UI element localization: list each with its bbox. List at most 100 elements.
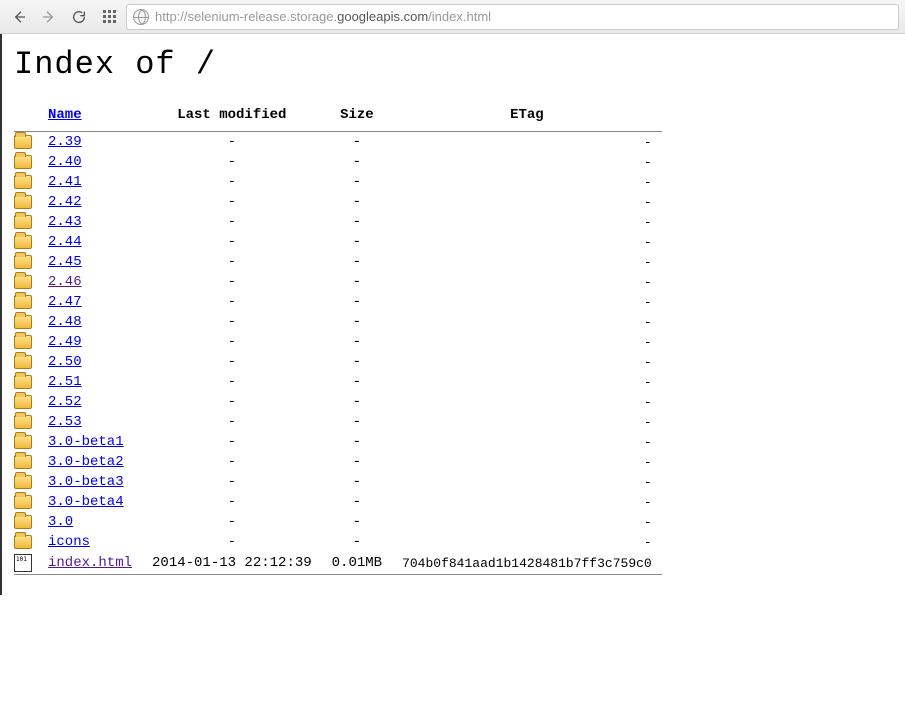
entry-link[interactable]: 2.46 — [48, 274, 82, 290]
table-row: 2.42--- — [14, 192, 662, 212]
entry-modified: - — [142, 472, 322, 492]
page-title: Index of / — [14, 46, 893, 83]
folder-icon — [14, 295, 32, 309]
header-name[interactable]: Name — [48, 107, 82, 123]
entry-size: - — [322, 452, 392, 472]
folder-icon — [14, 395, 32, 409]
entry-link[interactable]: 2.50 — [48, 354, 82, 370]
entry-etag: - — [392, 212, 662, 232]
table-row: 2.40--- — [14, 152, 662, 172]
entry-etag: - — [392, 432, 662, 452]
folder-icon — [14, 455, 32, 469]
entry-link[interactable]: 2.39 — [48, 134, 82, 150]
entry-link[interactable]: icons — [48, 534, 90, 550]
folder-icon — [14, 375, 32, 389]
entry-size: - — [322, 212, 392, 232]
entry-modified: - — [142, 352, 322, 372]
entry-size: - — [322, 392, 392, 412]
table-row: 2.49--- — [14, 332, 662, 352]
address-bar[interactable]: http://selenium-release.storage.googleap… — [126, 4, 899, 30]
file-icon: 101 011 010 — [14, 554, 32, 572]
table-row: 3.0-beta2--- — [14, 452, 662, 472]
entry-size: 0.01MB — [322, 552, 392, 575]
entry-etag: - — [392, 132, 662, 152]
entry-link[interactable]: 2.49 — [48, 334, 82, 350]
entry-link[interactable]: 2.45 — [48, 254, 82, 270]
folder-icon — [14, 435, 32, 449]
entry-size: - — [322, 492, 392, 512]
entry-size: - — [322, 192, 392, 212]
entry-size: - — [322, 532, 392, 552]
table-row: 2.44--- — [14, 232, 662, 252]
folder-icon — [14, 415, 32, 429]
entry-modified: - — [142, 332, 322, 352]
table-row: 101 011 010 index.html 2014-01-13 22:12:39… — [14, 552, 662, 575]
folder-icon — [14, 175, 32, 189]
apps-button[interactable] — [96, 4, 122, 30]
entry-modified: - — [142, 392, 322, 412]
entry-modified: - — [142, 172, 322, 192]
entry-link[interactable]: 2.53 — [48, 414, 82, 430]
entry-link[interactable]: 3.0 — [48, 514, 73, 530]
entry-link[interactable]: 3.0-beta2 — [48, 454, 124, 470]
entry-modified: - — [142, 252, 322, 272]
entry-link[interactable]: 2.42 — [48, 194, 82, 210]
entry-size: - — [322, 412, 392, 432]
entry-etag: - — [392, 412, 662, 432]
reload-button[interactable] — [66, 4, 92, 30]
entry-link[interactable]: 3.0-beta1 — [48, 434, 124, 450]
entry-link[interactable]: 2.48 — [48, 314, 82, 330]
entry-size: - — [322, 432, 392, 452]
entry-modified: - — [142, 232, 322, 252]
entry-link[interactable]: index.html — [48, 555, 132, 571]
header-row: Name Last modified Size ETag — [14, 103, 662, 132]
entry-modified: - — [142, 272, 322, 292]
entry-size: - — [322, 172, 392, 192]
entry-etag: - — [392, 352, 662, 372]
entry-size: - — [322, 292, 392, 312]
entry-link[interactable]: 2.41 — [48, 174, 82, 190]
apps-grid-icon — [97, 4, 122, 29]
entry-link[interactable]: 2.40 — [48, 154, 82, 170]
entry-size: - — [322, 252, 392, 272]
entry-modified: - — [142, 412, 322, 432]
table-row: 2.52--- — [14, 392, 662, 412]
entry-link[interactable]: 2.52 — [48, 394, 82, 410]
entry-size: - — [322, 472, 392, 492]
entry-modified: - — [142, 152, 322, 172]
entry-size: - — [322, 272, 392, 292]
entry-etag: - — [392, 152, 662, 172]
entry-link[interactable]: 2.44 — [48, 234, 82, 250]
table-row: 2.50--- — [14, 352, 662, 372]
entry-modified: - — [142, 312, 322, 332]
entry-link[interactable]: 3.0-beta3 — [48, 474, 124, 490]
table-row: icons--- — [14, 532, 662, 552]
table-row: 2.51--- — [14, 372, 662, 392]
entry-modified: 2014-01-13 22:12:39 — [142, 552, 322, 575]
entry-etag: - — [392, 372, 662, 392]
entry-link[interactable]: 2.51 — [48, 374, 82, 390]
entry-etag: - — [392, 492, 662, 512]
entry-size: - — [322, 352, 392, 372]
table-row: 2.47--- — [14, 292, 662, 312]
entry-size: - — [322, 132, 392, 152]
forward-button[interactable] — [36, 4, 62, 30]
entry-etag: - — [392, 392, 662, 412]
entry-etag: - — [392, 452, 662, 472]
entry-modified: - — [142, 452, 322, 472]
entry-etag: - — [392, 292, 662, 312]
table-row: 3.0-beta4--- — [14, 492, 662, 512]
entry-link[interactable]: 2.47 — [48, 294, 82, 310]
entry-modified: - — [142, 432, 322, 452]
entry-link[interactable]: 2.43 — [48, 214, 82, 230]
entry-size: - — [322, 312, 392, 332]
table-row: 3.0-beta3--- — [14, 472, 662, 492]
entry-link[interactable]: 3.0-beta4 — [48, 494, 124, 510]
back-button[interactable] — [6, 4, 32, 30]
directory-listing: Name Last modified Size ETag 2.39---2.40… — [14, 103, 662, 575]
entry-etag: - — [392, 332, 662, 352]
entry-size: - — [322, 372, 392, 392]
folder-icon — [14, 495, 32, 509]
entry-etag: - — [392, 512, 662, 532]
folder-icon — [14, 315, 32, 329]
